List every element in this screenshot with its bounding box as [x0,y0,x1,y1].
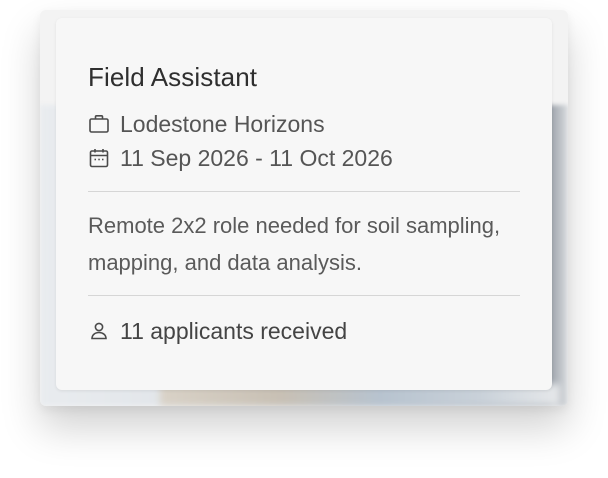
stage: Field Assistant Lodestone Horizons 11 Se… [0,0,608,478]
briefcase-icon [88,113,110,135]
dates-row: 11 Sep 2026 - 11 Oct 2026 [88,141,520,175]
company-row: Lodestone Horizons [88,107,520,141]
applicants-row: 11 applicants received [88,314,520,348]
divider [88,191,520,192]
job-description: Remote 2x2 role needed for soil sampling… [88,213,501,275]
job-title: Field Assistant [88,62,258,92]
calendar-icon [88,147,110,169]
company-name: Lodestone Horizons [120,110,325,137]
date-range: 11 Sep 2026 - 11 Oct 2026 [120,144,393,171]
divider [88,295,520,296]
applicants-count: 11 applicants received [120,317,348,344]
person-icon [88,320,110,342]
job-card[interactable]: Field Assistant Lodestone Horizons 11 Se… [56,18,552,390]
